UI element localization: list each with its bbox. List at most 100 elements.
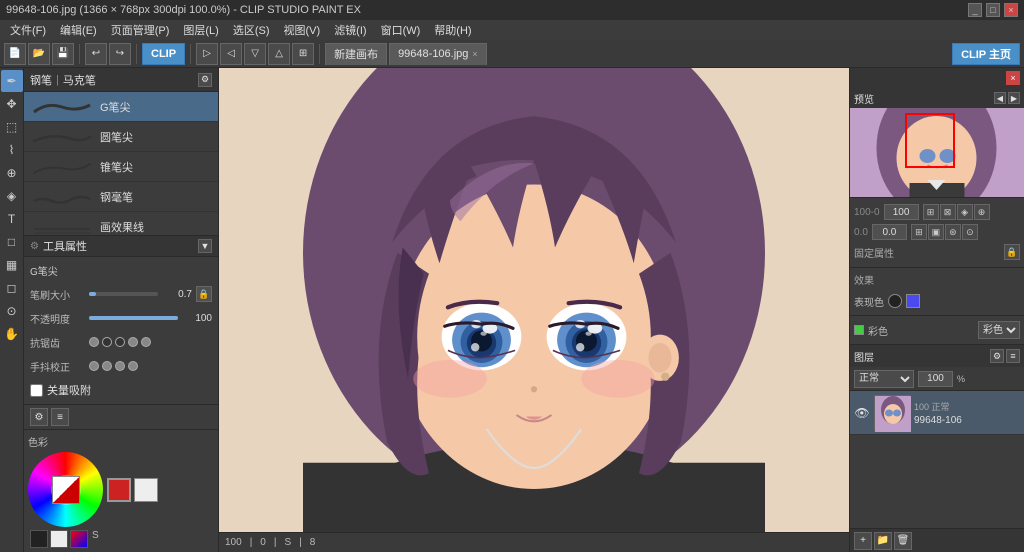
background-swatch[interactable]	[134, 478, 158, 502]
new-layer-button[interactable]: +	[854, 532, 872, 550]
brush-item-4[interactable]: 画效果线	[24, 212, 218, 235]
tool-fill[interactable]: ◈	[1, 185, 23, 207]
tool-select[interactable]: ⬚	[1, 116, 23, 138]
maximize-button[interactable]: □	[986, 3, 1000, 17]
right-icon-btn-2[interactable]: ⊠	[940, 204, 956, 220]
tool-lasso[interactable]: ⌇	[1, 139, 23, 161]
layer-blend-mode-select[interactable]: 正常	[854, 370, 914, 388]
layers-settings-icon[interactable]: ⚙	[990, 349, 1004, 363]
tool-eraser[interactable]: ◻	[1, 277, 23, 299]
right-input-2[interactable]	[872, 224, 907, 240]
delete-layer-button[interactable]: 🗑	[894, 532, 912, 550]
toolbar-open[interactable]: 📂	[28, 43, 50, 65]
stab-dot-0[interactable]	[89, 361, 99, 371]
canvas-area: 100 | 0 | S | 8	[219, 68, 849, 552]
toolbar-btn-b[interactable]: ◁	[220, 43, 242, 65]
toolbar-btn-c[interactable]: ▽	[244, 43, 266, 65]
layer-item-0[interactable]: 👁 100 正常 99648-106	[850, 391, 1024, 435]
menu-help[interactable]: 帮助(H)	[428, 20, 477, 40]
right-icon-btn-6[interactable]: ▣	[928, 224, 944, 240]
brush-settings-icon-1[interactable]: ⚙	[30, 408, 48, 426]
color-wheel[interactable]	[28, 452, 103, 527]
menu-window[interactable]: 窗口(W)	[375, 20, 427, 40]
clip-button[interactable]: CLIP	[142, 43, 185, 65]
menu-file[interactable]: 文件(F)	[4, 20, 52, 40]
right-input-1[interactable]	[884, 204, 919, 220]
canvas-content[interactable]	[219, 68, 849, 532]
brush-item-3[interactable]: 钢毫笔	[24, 182, 218, 212]
foreground-swatch[interactable]	[107, 478, 131, 502]
aa-dot-2[interactable]	[115, 337, 125, 347]
aa-dot-1[interactable]	[102, 337, 112, 347]
toolbar-btn-d[interactable]: △	[268, 43, 290, 65]
canvas-tab-new[interactable]: 新建画布	[325, 43, 387, 65]
stab-dot-1[interactable]	[102, 361, 112, 371]
black-swatch[interactable]	[30, 530, 48, 548]
menu-filter[interactable]: 滤镜(I)	[328, 20, 372, 40]
brush-size-lock-icon[interactable]: 🔒	[196, 286, 212, 302]
right-icon-btn-3[interactable]: ◈	[957, 204, 973, 220]
color-square[interactable]	[52, 476, 80, 504]
layer-eye-icon-0[interactable]: 👁	[854, 405, 870, 421]
opacity-slider[interactable]	[89, 316, 178, 320]
right-icon-btn-5[interactable]: ⊞	[911, 224, 927, 240]
preview-btn-1[interactable]: ◀	[994, 92, 1006, 104]
right-panel-close-button[interactable]: ×	[1006, 71, 1020, 85]
tool-pen[interactable]: ✒	[1, 70, 23, 92]
tool-move[interactable]: ✥	[1, 93, 23, 115]
menu-edit[interactable]: 编辑(E)	[54, 20, 103, 40]
canvas-tab-file[interactable]: 99648-106.jpg ×	[389, 43, 487, 65]
minimize-button[interactable]: _	[968, 3, 982, 17]
layer-opacity-input[interactable]	[918, 371, 953, 387]
stab-dot-3[interactable]	[128, 361, 138, 371]
right-icon-btn-1[interactable]: ⊞	[923, 204, 939, 220]
tool-text[interactable]: T	[1, 208, 23, 230]
right-icon-btn-8[interactable]: ⊙	[962, 224, 978, 240]
tool-hand[interactable]: ✋	[1, 323, 23, 345]
color-mode-select[interactable]: 彩色 灰度	[978, 321, 1020, 339]
preview-btn-2[interactable]: ▶	[1008, 92, 1020, 104]
snap-checkbox[interactable]	[30, 384, 43, 397]
tool-gradient[interactable]: ▦	[1, 254, 23, 276]
toolbar-save[interactable]: 💾	[52, 43, 74, 65]
right-icon-btn-7[interactable]: ⊛	[945, 224, 961, 240]
layers-menu-icon[interactable]: ≡	[1006, 349, 1020, 363]
brush-item-2[interactable]: 锥笔尖	[24, 152, 218, 182]
stab-dot-2[interactable]	[115, 361, 125, 371]
effect-blue-rect[interactable]	[906, 294, 920, 308]
right-icon-btn-4[interactable]: ⊕	[974, 204, 990, 220]
brush-settings-icon-2[interactable]: ≡	[51, 408, 69, 426]
brush-preview-0	[32, 97, 92, 117]
white-swatch[interactable]	[50, 530, 68, 548]
properties-expand-icon[interactable]: ▼	[198, 239, 212, 253]
tab-close-button[interactable]: ×	[472, 49, 477, 59]
toolbar-redo[interactable]: ↪	[109, 43, 131, 65]
brush-panel-settings-icon[interactable]: ⚙	[198, 73, 212, 87]
preview-red-rectangle	[905, 113, 955, 168]
menu-page[interactable]: 页面管理(P)	[105, 20, 176, 40]
preview-header: 预览 ◀ ▶	[850, 88, 1024, 108]
new-folder-button[interactable]: 📁	[874, 532, 892, 550]
right-lock-icon[interactable]: 🔒	[1004, 244, 1020, 260]
tool-zoom[interactable]: ⊙	[1, 300, 23, 322]
brush-size-slider[interactable]	[89, 292, 158, 296]
tool-shape[interactable]: □	[1, 231, 23, 253]
brush-item-0[interactable]: G笔尖	[24, 92, 218, 122]
menu-select[interactable]: 选区(S)	[227, 20, 276, 40]
tool-eyedropper[interactable]: ⊕	[1, 162, 23, 184]
toolbar-new[interactable]: 📄	[4, 43, 26, 65]
brush-item-1[interactable]: 圆笔尖	[24, 122, 218, 152]
toolbar-btn-e[interactable]: ⊞	[292, 43, 314, 65]
right-controls: 100-0 ⊞ ⊠ ◈ ⊕ 0.0 ⊞ ▣ ⊛ ⊙	[850, 198, 1024, 268]
gradient-swatch[interactable]	[70, 530, 88, 548]
aa-dot-3[interactable]	[128, 337, 138, 347]
toolbar-btn-a[interactable]: ▷	[196, 43, 218, 65]
clip-home-button[interactable]: CLIP 主页	[952, 43, 1020, 65]
aa-dot-0[interactable]	[89, 337, 99, 347]
close-window-button[interactable]: ×	[1004, 3, 1018, 17]
menu-view[interactable]: 视图(V)	[278, 20, 327, 40]
effect-black-circle[interactable]	[888, 294, 902, 308]
menu-layer[interactable]: 图层(L)	[177, 20, 224, 40]
aa-dot-4[interactable]	[141, 337, 151, 347]
toolbar-undo[interactable]: ↩	[85, 43, 107, 65]
